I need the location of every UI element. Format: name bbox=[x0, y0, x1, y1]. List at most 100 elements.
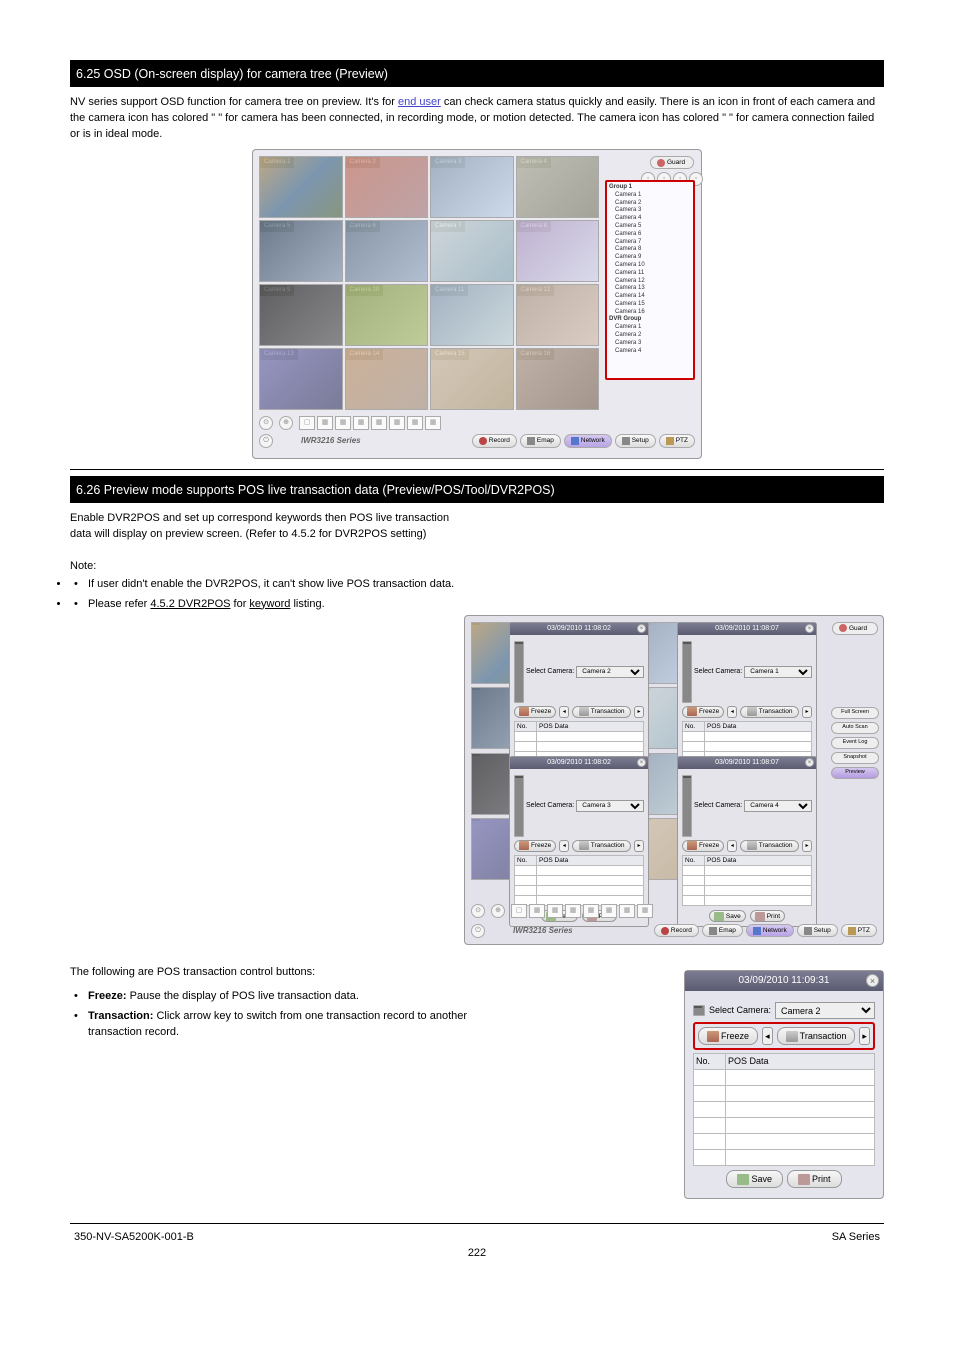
camera-tile[interactable] bbox=[345, 220, 429, 282]
close-icon[interactable]: × bbox=[805, 624, 814, 633]
camera-tile[interactable] bbox=[259, 220, 343, 282]
camera-tile[interactable] bbox=[430, 284, 514, 346]
prev-transaction[interactable]: ◂ bbox=[559, 706, 569, 718]
tree-item[interactable]: Camera 9 bbox=[609, 254, 691, 262]
print-button[interactable]: Print bbox=[750, 910, 785, 922]
camera-select[interactable]: Camera 3 bbox=[576, 800, 644, 812]
tree-item[interactable]: Camera 4 bbox=[609, 348, 691, 356]
camera-select[interactable]: Camera 2 bbox=[775, 1002, 875, 1019]
nav-setup[interactable]: Setup bbox=[797, 924, 838, 937]
freeze-button[interactable]: Freeze bbox=[682, 706, 724, 718]
prev-transaction[interactable]: ◂ bbox=[762, 1027, 773, 1045]
camera-tree-redbox[interactable]: Group 1 Camera 1 Camera 2 Camera 3 Camer… bbox=[605, 180, 695, 380]
layout-25[interactable]: ▦ bbox=[637, 904, 653, 918]
layout-8[interactable]: ▦ bbox=[353, 416, 369, 430]
nav-ptz[interactable]: PTZ bbox=[659, 434, 695, 447]
lock-button[interactable]: ⊙ bbox=[259, 416, 273, 430]
camera-tile[interactable] bbox=[259, 284, 343, 346]
next-transaction[interactable]: ▸ bbox=[802, 706, 812, 718]
tree-item[interactable]: Camera 16 bbox=[609, 309, 691, 317]
layout-4[interactable]: ▦ bbox=[529, 904, 545, 918]
layout-13[interactable]: ▦ bbox=[601, 904, 617, 918]
transaction-button[interactable]: Transaction bbox=[740, 840, 799, 852]
end-user-link[interactable]: end user bbox=[398, 96, 441, 108]
layout-6[interactable]: ▦ bbox=[335, 416, 351, 430]
expand-button[interactable]: ⊕ bbox=[491, 904, 505, 918]
layout-6[interactable]: ▦ bbox=[547, 904, 563, 918]
tree-item[interactable]: Camera 4 bbox=[609, 215, 691, 223]
tree-item[interactable]: Camera 1 bbox=[609, 192, 691, 200]
transaction-button[interactable]: Transaction bbox=[572, 840, 631, 852]
prev-transaction[interactable]: ◂ bbox=[727, 840, 737, 852]
nav-ptz[interactable]: PTZ bbox=[841, 924, 877, 937]
camera-tile[interactable] bbox=[516, 348, 600, 410]
nav-record[interactable]: Record bbox=[654, 924, 699, 937]
camera-tile[interactable] bbox=[516, 220, 600, 282]
next-transaction[interactable]: ▸ bbox=[859, 1027, 870, 1045]
camera-tile[interactable] bbox=[516, 284, 600, 346]
tree-item[interactable]: Camera 2 bbox=[609, 200, 691, 208]
next-transaction[interactable]: ▸ bbox=[802, 840, 812, 852]
close-icon[interactable]: × bbox=[637, 758, 646, 767]
camera-tile[interactable] bbox=[430, 348, 514, 410]
nav-emap[interactable]: Emap bbox=[520, 434, 561, 447]
tree-group1[interactable]: Group 1 bbox=[609, 184, 691, 192]
layout-1[interactable]: ▢ bbox=[299, 416, 315, 430]
freeze-button[interactable]: Freeze bbox=[698, 1027, 758, 1045]
camera-tile[interactable] bbox=[345, 156, 429, 218]
nav-network[interactable]: Network bbox=[746, 924, 794, 937]
close-icon[interactable]: × bbox=[866, 974, 879, 987]
preview-button[interactable]: Preview bbox=[831, 767, 879, 779]
layout-9[interactable]: ▦ bbox=[583, 904, 599, 918]
tree-item[interactable]: Camera 11 bbox=[609, 270, 691, 278]
close-icon[interactable]: × bbox=[637, 624, 646, 633]
camera-select[interactable]: Camera 2 bbox=[576, 666, 644, 678]
nav-record[interactable]: Record bbox=[472, 434, 517, 447]
tree-item[interactable]: Camera 10 bbox=[609, 262, 691, 270]
power-button[interactable]: ⏻ bbox=[471, 924, 485, 938]
guard-button[interactable]: Guard bbox=[650, 156, 694, 169]
camera-select[interactable]: Camera 1 bbox=[744, 666, 812, 678]
eventlog-button[interactable]: Event Log bbox=[831, 737, 879, 749]
nav-emap[interactable]: Emap bbox=[702, 924, 743, 937]
layout-13[interactable]: ▦ bbox=[389, 416, 405, 430]
tree-item[interactable]: Camera 12 bbox=[609, 278, 691, 286]
print-button[interactable]: Print bbox=[787, 1170, 842, 1188]
camera-tile[interactable] bbox=[259, 348, 343, 410]
camera-tile[interactable] bbox=[345, 284, 429, 346]
freeze-button[interactable]: Freeze bbox=[514, 706, 556, 718]
save-button[interactable]: Save bbox=[726, 1170, 783, 1188]
guard-button[interactable]: Guard bbox=[832, 622, 878, 635]
camera-select[interactable]: Camera 4 bbox=[744, 800, 812, 812]
nav-network[interactable]: Network bbox=[564, 434, 612, 447]
freeze-button[interactable]: Freeze bbox=[682, 840, 724, 852]
layout-16[interactable]: ▦ bbox=[619, 904, 635, 918]
camera-tile[interactable] bbox=[516, 156, 600, 218]
next-transaction[interactable]: ▸ bbox=[634, 706, 644, 718]
tree-item[interactable]: Camera 15 bbox=[609, 301, 691, 309]
tree-group2[interactable]: DVR Group bbox=[609, 316, 691, 324]
camera-tile[interactable] bbox=[259, 156, 343, 218]
layout-16[interactable]: ▦ bbox=[407, 416, 423, 430]
snapshot-button[interactable]: Snapshot bbox=[831, 752, 879, 764]
tree-item[interactable]: Camera 3 bbox=[609, 340, 691, 348]
camera-tile[interactable] bbox=[345, 348, 429, 410]
next-transaction[interactable]: ▸ bbox=[634, 840, 644, 852]
tree-item[interactable]: Camera 7 bbox=[609, 239, 691, 247]
camera-tile[interactable] bbox=[430, 156, 514, 218]
layout-4[interactable]: ▦ bbox=[317, 416, 333, 430]
lock-button[interactable]: ⊙ bbox=[471, 904, 485, 918]
transaction-button[interactable]: Transaction bbox=[740, 706, 799, 718]
camera-tile[interactable] bbox=[430, 220, 514, 282]
tree-item[interactable]: Camera 1 bbox=[609, 324, 691, 332]
prev-transaction[interactable]: ◂ bbox=[559, 840, 569, 852]
fullscreen-button[interactable]: Full Screen bbox=[831, 707, 879, 719]
tree-item[interactable]: Camera 3 bbox=[609, 207, 691, 215]
tree-item[interactable]: Camera 2 bbox=[609, 332, 691, 340]
close-icon[interactable]: × bbox=[805, 758, 814, 767]
save-button[interactable]: Save bbox=[709, 910, 746, 922]
power-button[interactable]: ⏻ bbox=[259, 434, 273, 448]
layout-9[interactable]: ▦ bbox=[371, 416, 387, 430]
tree-item[interactable]: Camera 5 bbox=[609, 223, 691, 231]
tree-item[interactable]: Camera 14 bbox=[609, 293, 691, 301]
